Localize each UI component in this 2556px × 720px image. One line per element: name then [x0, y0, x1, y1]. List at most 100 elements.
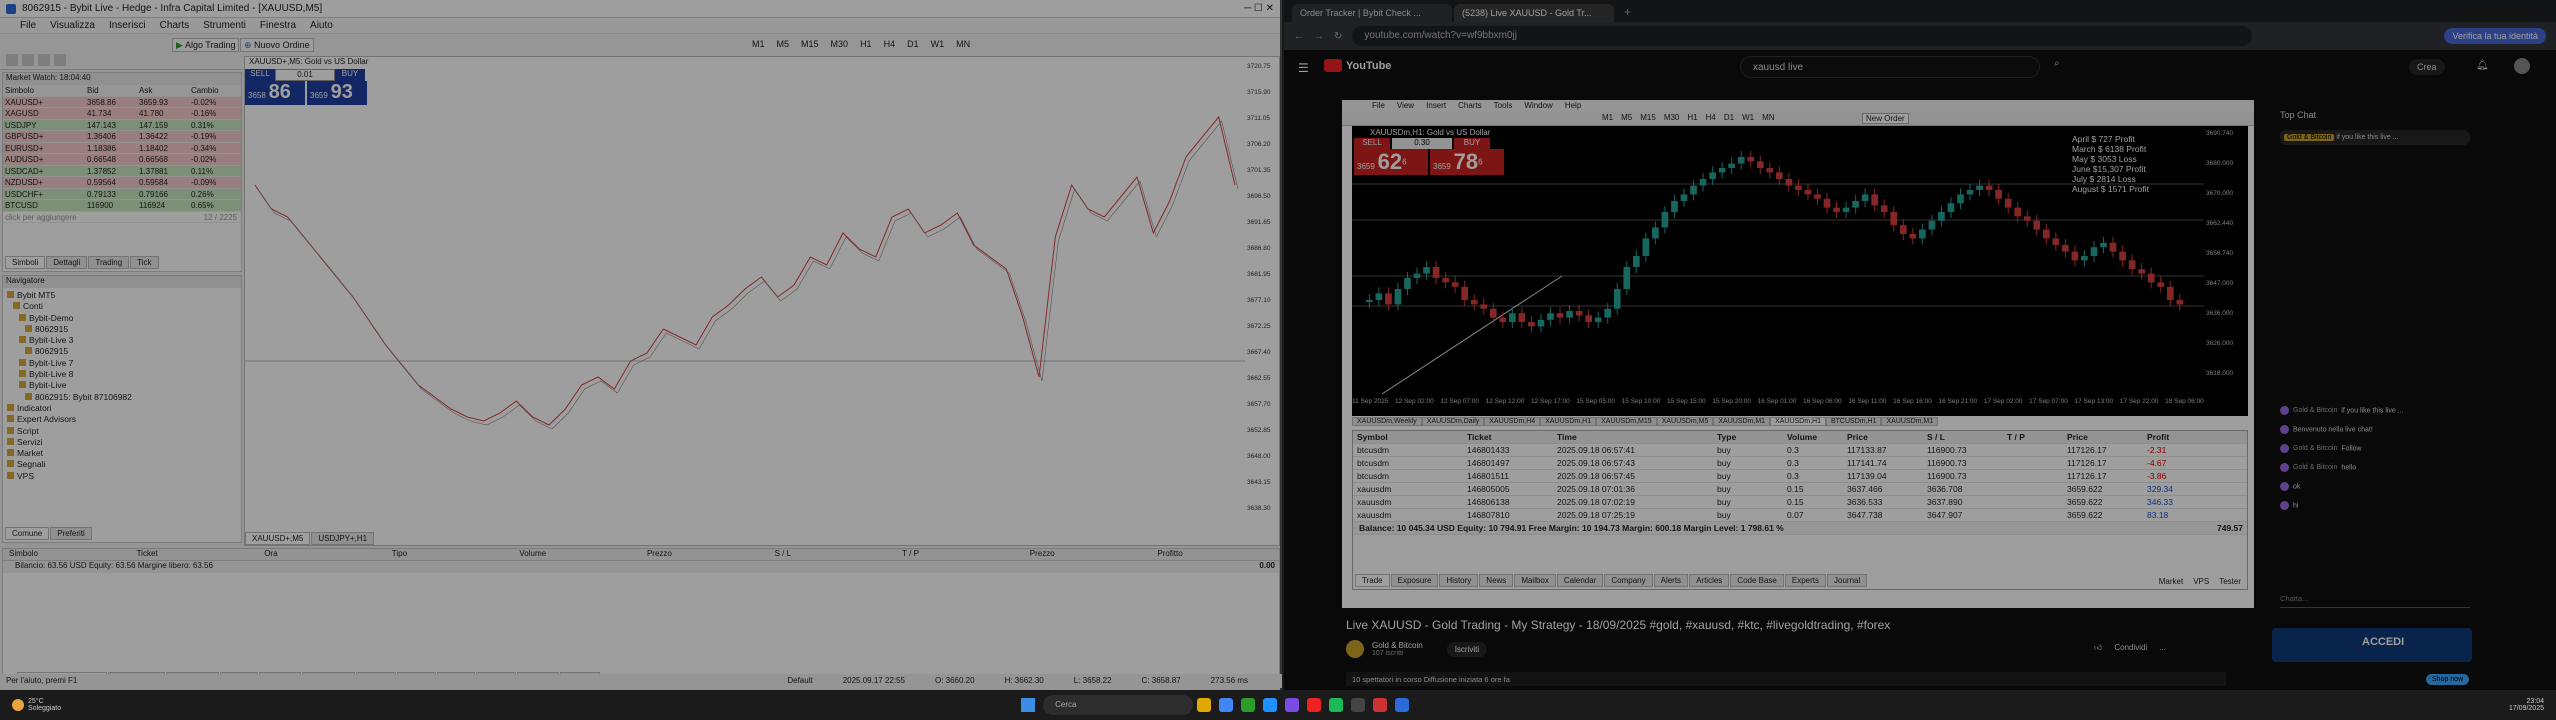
menu-icon[interactable]: ☰	[1298, 61, 1309, 75]
ad-shop-button[interactable]: Shop now	[2426, 674, 2470, 685]
toolbox-col-header[interactable]: Ticket	[131, 549, 259, 560]
mw-col-header[interactable]: Cambio	[189, 85, 241, 96]
toolbox-col-header[interactable]: Simbolo	[3, 549, 131, 560]
browser-tab-2[interactable]: (5238) Live XAUUSD - Gold Tr...	[1454, 4, 1614, 22]
spotify-icon[interactable]	[1329, 698, 1344, 712]
chart-tab[interactable]: XAUUSD+,M5	[245, 532, 311, 545]
steam-icon[interactable]	[1351, 698, 1366, 712]
edge-icon[interactable]	[1263, 698, 1278, 712]
navigator-item[interactable]: Servizi	[7, 437, 237, 448]
navigator-item[interactable]: Expert Advisors	[7, 414, 237, 425]
toolbox-col-header[interactable]: Tipo	[386, 549, 514, 560]
mw-col-header[interactable]: Simbolo	[3, 85, 85, 96]
new-tab-icon[interactable]: +	[1616, 5, 1639, 22]
new-order-button[interactable]: ⊕ Nuovo Ordine	[240, 38, 314, 52]
navigator-item[interactable]: 8062915: Bybit 87106982	[7, 392, 237, 403]
mw-row[interactable]: EURUSD+ 1.18386 1.18402 -0.34%	[3, 142, 241, 154]
reload-icon[interactable]: ↻	[1334, 31, 1342, 42]
chart-tab[interactable]: USDJPY+,H1	[311, 532, 375, 545]
price-chart[interactable]	[245, 57, 1245, 527]
store-icon[interactable]	[1241, 698, 1256, 712]
url-bar[interactable]: youtube.com/watch?v=wf9bbxm0jj	[1352, 26, 2253, 46]
mw-row[interactable]: AUDUSD+ 0.66548 0.66568 -0.02%	[3, 154, 241, 166]
mw-row[interactable]: XAGUSD 41.734 41.780 -0.16%	[3, 108, 241, 120]
toolbox-col-header[interactable]: Volume	[513, 549, 641, 560]
verify-identity-button[interactable]: Verifica la tua identità	[2444, 28, 2546, 44]
navigator-item[interactable]: Script	[7, 426, 237, 437]
navigator-item[interactable]: VPS	[7, 471, 237, 482]
navigator-item[interactable]: 8062915	[7, 346, 237, 357]
create-button[interactable]: Crea	[2409, 59, 2445, 75]
file-explorer-icon[interactable]	[1197, 698, 1212, 712]
navigator-item[interactable]: Bybit-Demo	[7, 313, 237, 324]
mw-row[interactable]: USDCHF+ 0.79133 0.79166 0.26%	[3, 188, 241, 200]
start-icon[interactable]	[1021, 698, 1036, 712]
navigator-item[interactable]: Bybit-Live 3	[7, 335, 237, 346]
timeframe-MN[interactable]: MN	[956, 39, 970, 49]
mt5-taskbar-icon[interactable]	[1395, 698, 1410, 712]
menu-item-0[interactable]: File	[20, 20, 36, 31]
navigator-item[interactable]: 8062915	[7, 324, 237, 335]
timeframe-M1[interactable]: M1	[752, 39, 765, 49]
mt5-chart[interactable]: XAUUSD+,M5: Gold vs US Dollar SELL 0.01 …	[244, 56, 1280, 546]
navigator-item[interactable]: Bybit-Live 8	[7, 369, 237, 380]
mw-col-header[interactable]: Bid	[85, 85, 137, 96]
mw-col-header[interactable]: Ask	[137, 85, 189, 96]
toolbox-col-header[interactable]: Prezzo	[1024, 549, 1152, 560]
timeframe-M5[interactable]: M5	[777, 39, 790, 49]
timeframe-D1[interactable]: D1	[907, 39, 919, 49]
navigator-item[interactable]: Bybit-Live 7	[7, 358, 237, 369]
toolbox-col-header[interactable]: Prezzo	[641, 549, 769, 560]
menu-item-4[interactable]: Strumenti	[203, 20, 246, 31]
channel-name[interactable]: Gold & Bitcoin	[1372, 641, 1423, 650]
youtube-logo-icon[interactable]	[1324, 59, 1342, 72]
toolbox-col-header[interactable]: Profitto	[1151, 549, 1279, 560]
timeframe-W1[interactable]: W1	[931, 39, 945, 49]
nav-tab[interactable]: Comune	[5, 527, 50, 540]
mw-row[interactable]: BTCUSD 116900 116924 0.65%	[3, 200, 241, 212]
timeframe-H1[interactable]: H1	[860, 39, 872, 49]
zoom-out-icon[interactable]	[54, 54, 66, 66]
like-icon[interactable]: 👍︎	[2094, 643, 2102, 653]
mw-tab[interactable]: Tick	[130, 256, 159, 269]
algo-trading-button[interactable]: ▶ Algo Trading	[172, 38, 240, 52]
new-chart-icon[interactable]	[6, 54, 18, 66]
notifications-icon[interactable]: 🔔︎	[2476, 60, 2489, 71]
menu-item-6[interactable]: Aiuto	[310, 20, 333, 31]
youtube-app-icon[interactable]	[1307, 698, 1322, 712]
avatar[interactable]	[2514, 58, 2530, 74]
navigator-item[interactable]: Bybit-Live	[7, 380, 237, 391]
search-input[interactable]: xauusd live	[1740, 56, 2040, 78]
taskbar-search[interactable]: Cerca	[1043, 695, 1194, 715]
toolbox-col-header[interactable]: Ora	[258, 549, 386, 560]
teams-icon[interactable]	[1285, 698, 1300, 712]
video-description[interactable]: 10 spettatori in corso Diffusione inizia…	[1346, 672, 2226, 686]
forward-icon[interactable]: →	[1314, 31, 1324, 42]
more-button[interactable]: ...	[2159, 643, 2166, 653]
navigator-item[interactable]: Bybit MT5	[7, 290, 237, 301]
timeframe-M15[interactable]: M15	[801, 39, 819, 49]
channel-avatar[interactable]	[1346, 640, 1364, 658]
mw-row[interactable]: NZDUSD+ 0.59564 0.59584 -0.09%	[3, 177, 241, 189]
weather-icon[interactable]	[12, 699, 24, 711]
timeframe-M30[interactable]: M30	[831, 39, 849, 49]
mw-tab[interactable]: Trading	[88, 256, 130, 269]
ad-banner[interactable]: ACCEDI	[2272, 628, 2472, 662]
navigator-item[interactable]: Segnali	[7, 459, 237, 470]
browser-tab-1[interactable]: Order Tracker | Bybit Check ...	[1292, 4, 1452, 22]
menu-item-2[interactable]: Inserisci	[109, 20, 146, 31]
crosshair-icon[interactable]	[22, 54, 34, 66]
navigator-item[interactable]: Market	[7, 448, 237, 459]
menu-item-5[interactable]: Finestra	[260, 20, 296, 31]
navigator-item[interactable]: Indicatori	[7, 403, 237, 414]
mw-row[interactable]: XAUUSD+ 3658.86 3659.93 -0.02%	[3, 96, 241, 108]
subscribe-button[interactable]: Iscriviti	[1446, 641, 1488, 657]
nav-tab[interactable]: Preferiti	[50, 527, 92, 540]
navigator-item[interactable]: Conti	[7, 301, 237, 312]
menu-item-1[interactable]: Visualizza	[50, 20, 95, 31]
back-icon[interactable]: ←	[1294, 31, 1304, 42]
menu-item-3[interactable]: Charts	[160, 20, 189, 31]
mw-tab[interactable]: Dettagli	[46, 256, 88, 269]
toolbox-col-header[interactable]: T / P	[896, 549, 1024, 560]
window-controls[interactable]: ─ ☐ ✕	[1244, 3, 1274, 14]
